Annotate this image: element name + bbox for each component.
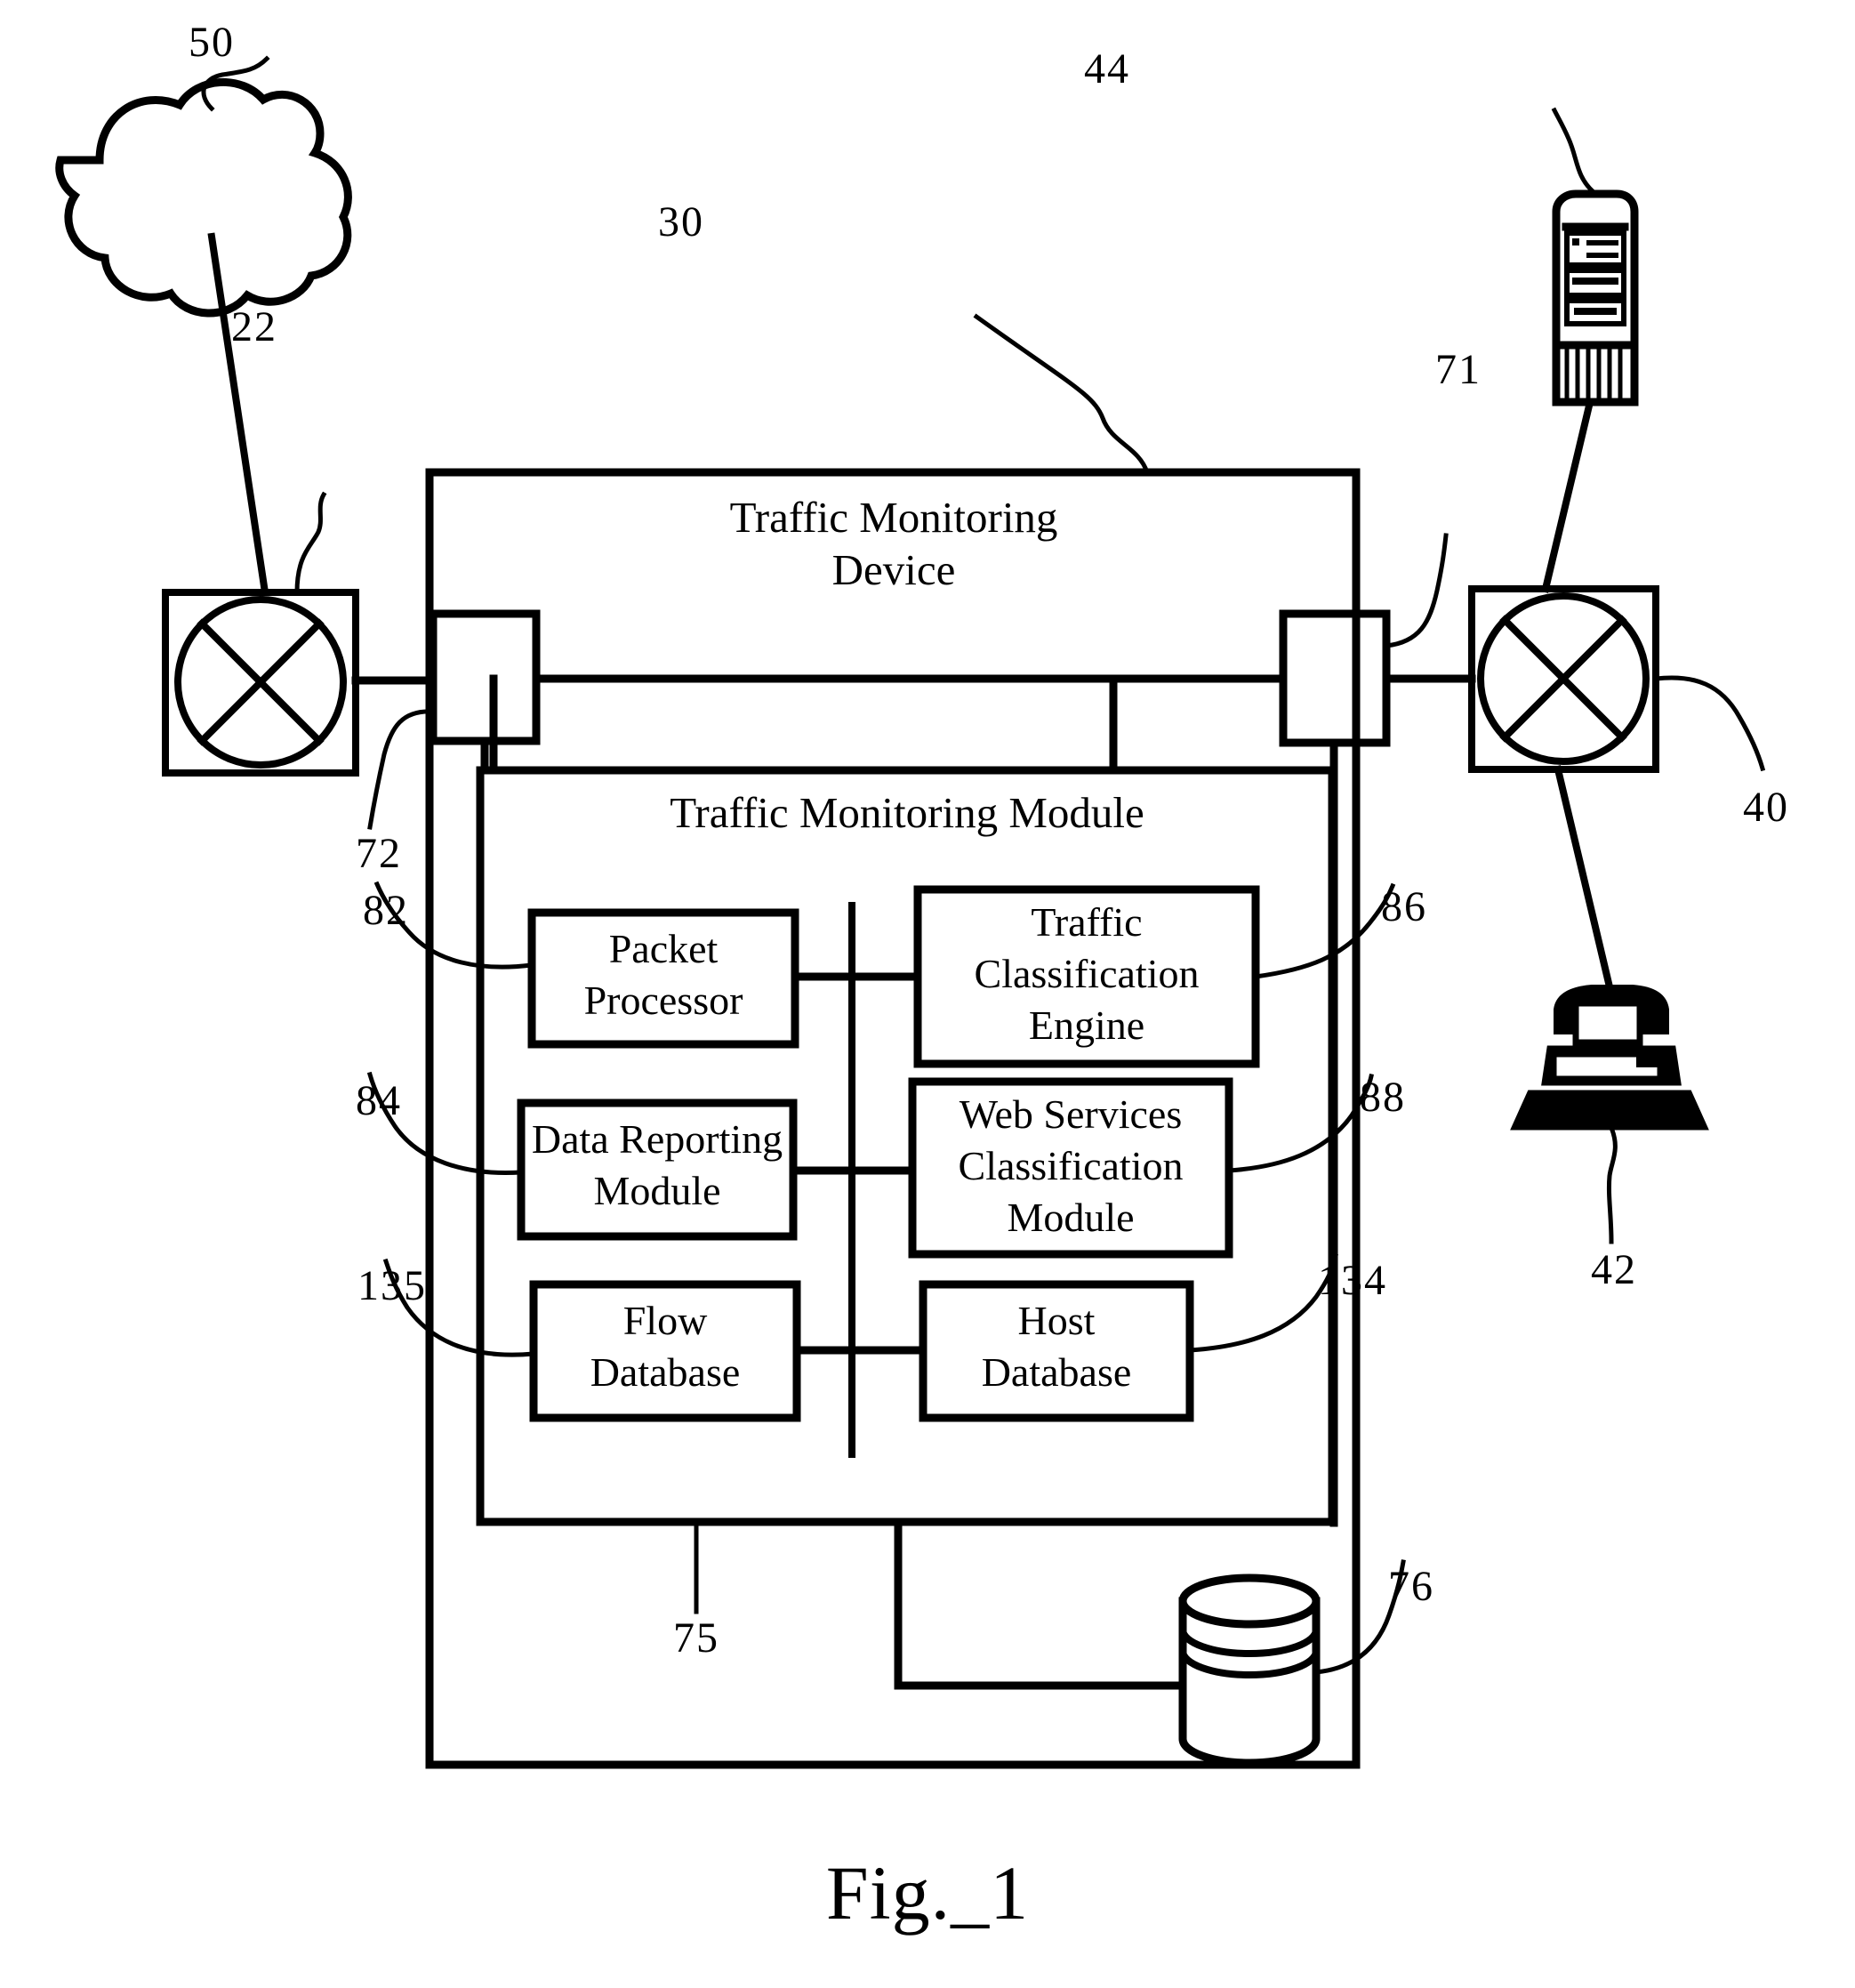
ref-numeral-82: 82 <box>363 887 409 934</box>
ref-numeral-76: 76 <box>1388 1563 1434 1610</box>
network-cloud-icon <box>55 78 352 318</box>
ref-numeral-22: 22 <box>231 303 277 350</box>
ref-numeral-42: 42 <box>1591 1246 1637 1293</box>
link-server44-to-router40 <box>1541 398 1594 593</box>
web-services-classification-module-label-3: Module <box>1007 1195 1135 1240</box>
ref-numeral-75: 75 <box>673 1614 719 1662</box>
flow-database-label-1: Flow <box>622 1298 708 1343</box>
ref-numeral-88: 88 <box>1360 1074 1406 1121</box>
ref-numeral-44: 44 <box>1084 45 1130 93</box>
ref-numeral-135: 135 <box>357 1262 427 1309</box>
data-reporting-module-label-1: Data Reporting <box>531 1116 783 1162</box>
leader-line-71 <box>1384 533 1449 648</box>
traffic-classification-engine-label-1: Traffic <box>1031 899 1143 945</box>
ref-numeral-30: 30 <box>658 198 704 245</box>
ref-numeral-40: 40 <box>1743 784 1789 831</box>
leader-line-72 <box>367 709 436 830</box>
ref-numeral-72: 72 <box>356 830 402 877</box>
ref-numeral-134: 134 <box>1318 1257 1387 1304</box>
network-interface-left-box <box>429 609 541 745</box>
link-cloud-to-router22 <box>207 232 269 597</box>
leader-line-30 <box>973 313 1151 476</box>
patent-figure-page: 50 22 30 44 71 40 72 42 82 86 84 88 135 … <box>0 0 1855 1988</box>
leader-line-42 <box>1606 1124 1618 1244</box>
traffic-classification-engine-label-3: Engine <box>1028 1002 1145 1048</box>
leader-line-22 <box>294 491 327 595</box>
link-router40-to-workstation42 <box>1554 765 1616 999</box>
host-database-label-2: Database <box>981 1349 1132 1395</box>
web-services-classification-module-label-1: Web Services <box>959 1091 1183 1137</box>
ref-numeral-50: 50 <box>189 19 235 66</box>
host-database-label-1: Host <box>1017 1298 1096 1343</box>
ref-numeral-86: 86 <box>1381 883 1427 930</box>
persistent-data-store-icon <box>1178 1573 1321 1767</box>
leader-line-40 <box>1653 675 1766 772</box>
device-title-line1: Traffic Monitoring <box>729 493 1058 542</box>
leader-line-44 <box>1551 107 1597 196</box>
network-interface-right-box <box>1279 609 1391 747</box>
packet-processor-label-1: Packet <box>608 926 719 971</box>
traffic-classification-engine-label-2: Classification <box>974 951 1200 996</box>
packet-processor-label-2: Processor <box>583 978 743 1023</box>
desktop-computer-icon <box>1510 985 1709 1131</box>
ref-numeral-84: 84 <box>356 1077 402 1124</box>
server-tower-icon <box>1552 189 1639 406</box>
flow-database-label-2: Database <box>590 1349 741 1395</box>
data-reporting-module-label-2: Module <box>593 1168 721 1213</box>
module-title: Traffic Monitoring Module <box>670 788 1144 837</box>
web-services-classification-module-label-2: Classification <box>958 1143 1184 1188</box>
figure-caption: Fig._1 <box>825 1850 1030 1936</box>
device-title-line2: Device <box>831 545 956 594</box>
ref-numeral-71: 71 <box>1435 346 1482 393</box>
